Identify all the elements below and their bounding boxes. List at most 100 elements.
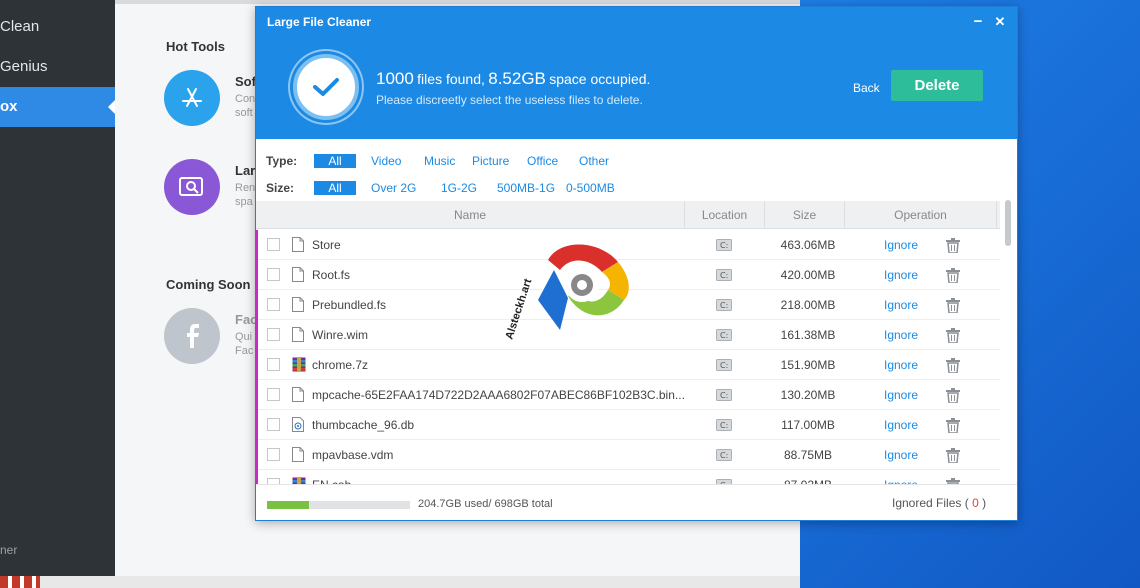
column-location[interactable]: Location [685, 201, 765, 229]
file-name: mpavbase.vdm [312, 448, 394, 462]
table-row[interactable]: EN.cabC:87.02MBIgnore [258, 470, 1000, 484]
trash-icon[interactable] [946, 298, 960, 314]
coming-soon-heading: Coming Soon [166, 277, 251, 292]
row-checkbox[interactable] [267, 238, 280, 251]
svg-text:C:: C: [720, 331, 728, 340]
row-checkbox[interactable] [267, 328, 280, 341]
svg-text:C:: C: [720, 421, 728, 430]
file-list-scrollbar[interactable] [1003, 197, 1013, 484]
file-icon [292, 297, 304, 312]
row-checkbox[interactable] [267, 448, 280, 461]
drive-location-icon[interactable]: C: [716, 389, 732, 401]
instruction-text: Please discreetly select the useless fil… [376, 93, 643, 107]
ignore-link[interactable]: Ignore [884, 230, 918, 260]
dialog-footer: 204.7GB used/ 698GB total Ignored Files … [256, 484, 1017, 520]
drive-location-icon[interactable]: C: [716, 269, 732, 281]
ignore-link[interactable]: Ignore [884, 470, 918, 484]
tool-name[interactable]: Sof [235, 74, 256, 89]
table-row[interactable]: thumbcache_96.db C: 117.00MB Ignore [258, 410, 1000, 440]
trash-icon[interactable] [946, 418, 960, 434]
sidebar-item-clean[interactable]: Clean [0, 7, 115, 47]
file-icon [292, 447, 304, 462]
back-button[interactable]: Back [853, 81, 880, 95]
row-checkbox[interactable] [267, 298, 280, 311]
ignored-files-label: Ignored Files [892, 496, 962, 510]
drive-location-icon[interactable]: C: [716, 239, 732, 251]
size-filter-all[interactable]: All [314, 181, 356, 195]
tool-desc: Ren [235, 182, 256, 194]
scan-summary: 1000 files found, 8.52GB space occupied. [376, 69, 650, 89]
column-name[interactable]: Name [256, 201, 685, 229]
svg-text:C:: C: [720, 391, 728, 400]
sidebar-item-label: Genius [0, 58, 48, 75]
ignored-files-link[interactable]: Ignored Files ( 0 ) [892, 496, 986, 510]
type-filter-all[interactable]: All [314, 154, 356, 168]
minimize-button[interactable]: − [970, 14, 986, 30]
type-filter-other[interactable]: Other [577, 153, 611, 169]
size-filter-over-2g[interactable]: Over 2G [369, 180, 418, 196]
table-row[interactable]: mpavbase.vdm C: 88.75MB Ignore [258, 440, 1000, 470]
drive-location-icon[interactable]: C: [716, 299, 732, 311]
file-name: thumbcache_96.db [312, 418, 415, 432]
type-filter-music[interactable]: Music [422, 153, 457, 169]
files-found-text: files found, [417, 71, 485, 87]
ignore-link[interactable]: Ignore [884, 440, 918, 470]
drive-location-icon[interactable]: C: [716, 329, 732, 341]
drive-location-icon[interactable]: C: [716, 449, 732, 461]
file-size: 130.20MB [780, 388, 836, 402]
ignore-link[interactable]: Ignore [884, 350, 918, 380]
svg-text:C:: C: [720, 361, 728, 370]
row-checkbox[interactable] [267, 418, 280, 431]
file-count: 1000 [376, 69, 414, 88]
tool-desc: soft [235, 107, 253, 119]
file-size: 161.38MB [780, 328, 836, 342]
sidebar-item-toolbox[interactable]: ox [0, 87, 115, 127]
size-filter-1g-2g[interactable]: 1G-2G [439, 180, 479, 196]
host-sidebar: Clean Genius ox ner [0, 0, 115, 576]
table-row[interactable]: chrome.7z C: 151.90MB Ignore [258, 350, 1000, 380]
sidebar-item-label: Clean [0, 18, 40, 35]
drive-location-icon[interactable]: C: [716, 359, 732, 371]
ignore-link[interactable]: Ignore [884, 380, 918, 410]
facebook-icon [164, 308, 220, 364]
host-top-border [115, 0, 800, 4]
file-name: chrome.7z [312, 358, 369, 372]
trash-icon[interactable] [946, 448, 960, 464]
tool-desc: spa [235, 196, 253, 208]
size-filter-0-500mb[interactable]: 0-500MB [564, 180, 617, 196]
column-size[interactable]: Size [765, 201, 845, 229]
size-filter-500mb-1g[interactable]: 500MB-1G [495, 180, 557, 196]
archive-icon [292, 477, 306, 484]
tool-desc: Qui [235, 331, 253, 343]
delete-button[interactable]: Delete [891, 70, 983, 101]
dialog-title: Large File Cleaner [267, 15, 372, 29]
drive-location-icon[interactable]: C: [716, 419, 732, 431]
ignore-link[interactable]: Ignore [884, 290, 918, 320]
file-name: EN.cab [312, 470, 351, 484]
type-filter-office[interactable]: Office [525, 153, 560, 169]
tool-name[interactable]: Lar [235, 163, 255, 178]
disk-usage-fill [267, 501, 309, 509]
trash-icon[interactable] [946, 328, 960, 344]
close-button[interactable]: ✕ [992, 14, 1008, 30]
trash-icon[interactable] [946, 268, 960, 284]
ignore-link[interactable]: Ignore [884, 260, 918, 290]
row-checkbox[interactable] [267, 388, 280, 401]
table-row[interactable]: mpcache-65E2FAA174D722D2AAA6802F07ABEC86… [258, 380, 1000, 410]
trash-icon[interactable] [946, 238, 960, 254]
row-checkbox[interactable] [267, 358, 280, 371]
sidebar-item-genius[interactable]: Genius [0, 47, 115, 87]
search-icon[interactable] [164, 159, 220, 215]
type-filter-video[interactable]: Video [369, 153, 403, 169]
ignore-link[interactable]: Ignore [884, 320, 918, 350]
app-store-icon[interactable] [164, 70, 220, 126]
row-checkbox[interactable] [267, 268, 280, 281]
scrollbar-thumb[interactable] [1005, 200, 1011, 246]
ignore-link[interactable]: Ignore [884, 410, 918, 440]
trash-icon[interactable] [946, 358, 960, 374]
trash-icon[interactable] [946, 388, 960, 404]
ignored-close-paren: ) [982, 496, 987, 510]
svg-text:C:: C: [720, 451, 728, 460]
type-filter-picture[interactable]: Picture [470, 153, 511, 169]
type-filter-label: Type: [266, 154, 298, 168]
